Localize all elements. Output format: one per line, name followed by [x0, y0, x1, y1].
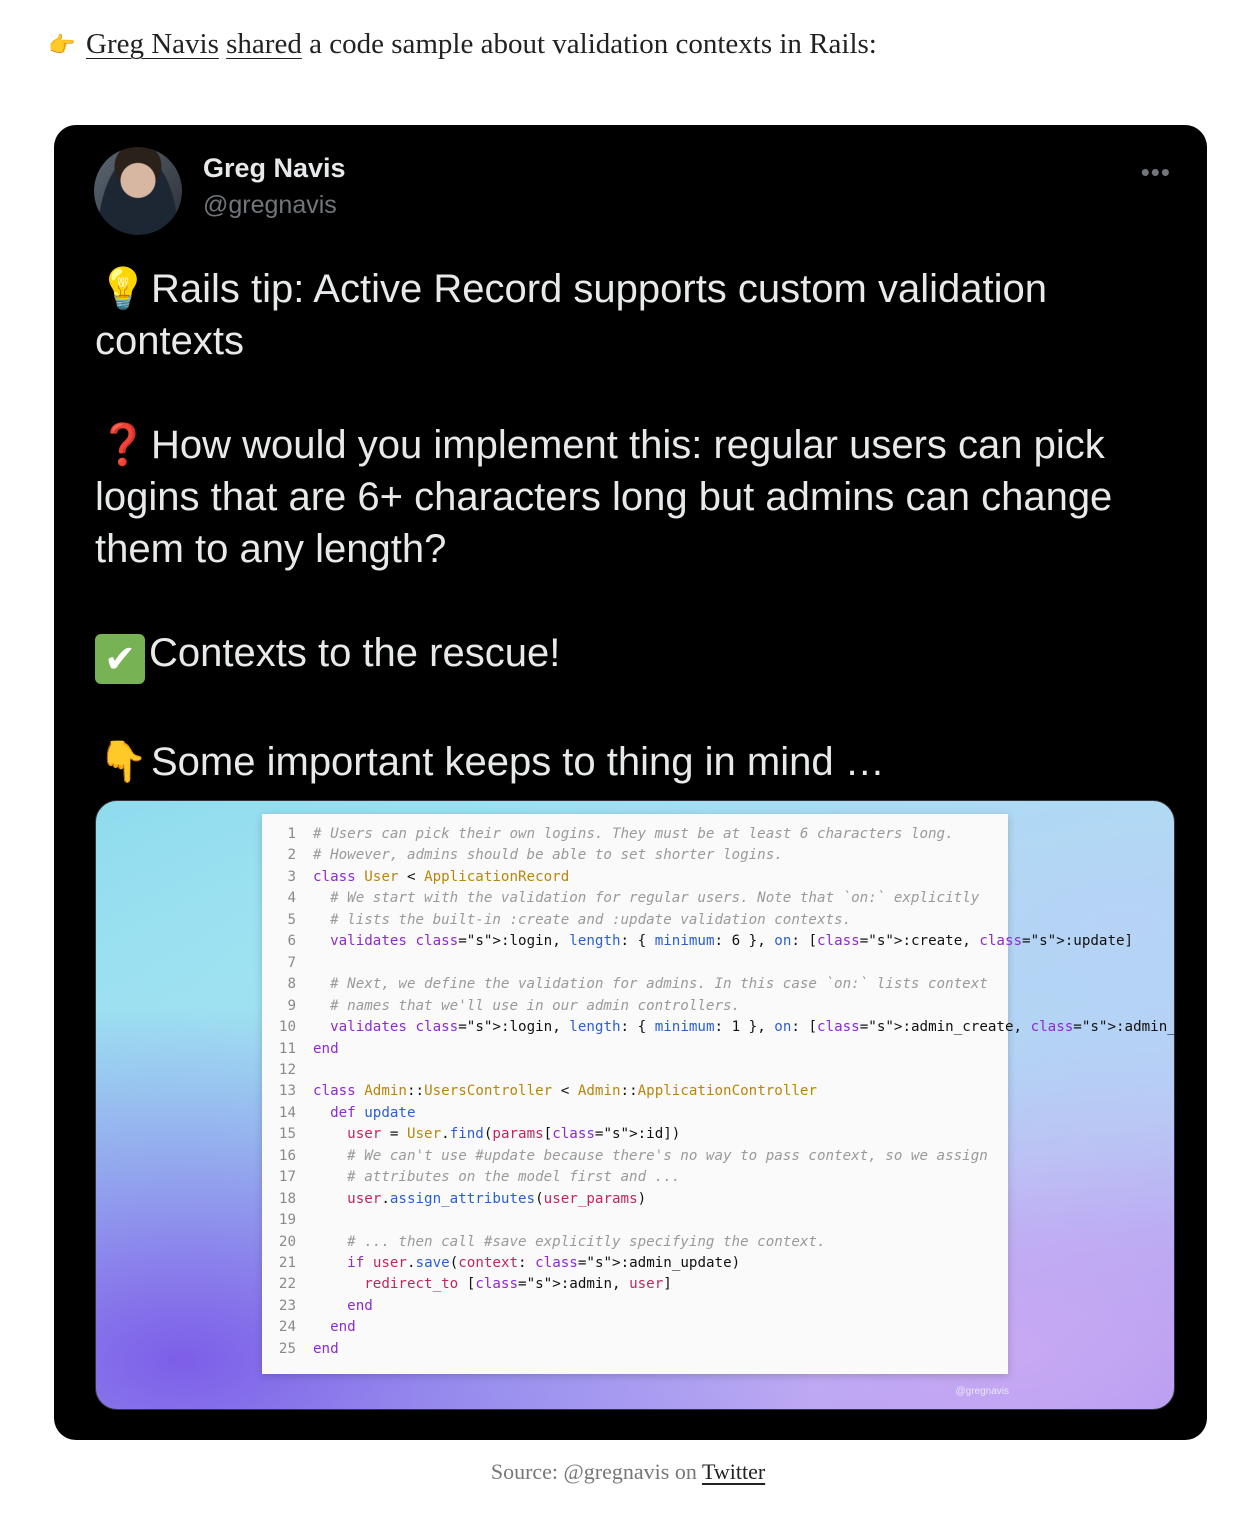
code-line: 18 user.assign_attributes(user_params)	[262, 1189, 646, 1210]
line-number: 1	[287, 826, 296, 842]
code-line: 7	[262, 953, 313, 974]
code-line: 5 # lists the built-in :create and :upda…	[262, 910, 851, 931]
line-number: 16	[278, 1147, 296, 1164]
shared-link[interactable]: shared	[226, 28, 302, 60]
code-line: 9 # names that we'll use in our admin co…	[262, 996, 740, 1017]
line-number: 6	[287, 933, 296, 950]
code-line: 14 def update	[262, 1103, 416, 1124]
code-line: 21 if user.save(context: class="s">:admi…	[262, 1253, 740, 1274]
line-number: 24	[278, 1319, 296, 1336]
code-line: 25 end	[262, 1339, 339, 1360]
code-line: 13 class Admin::UsersController < Admin::…	[262, 1081, 817, 1102]
tweet-line-text: How would you implement this: regular us…	[95, 423, 1113, 571]
code-line: 8 # Next, we define the validation for a…	[262, 974, 987, 995]
line-number: 2	[287, 847, 296, 864]
tweet-line: ✔ Contexts to the rescue!	[95, 627, 1175, 684]
image-watermark: @gregnavis	[955, 1386, 1009, 1397]
line-number: 18	[278, 1190, 296, 1207]
line-number: 19	[278, 1212, 296, 1229]
line-number: 23	[278, 1297, 296, 1314]
line-number: 10	[278, 1019, 296, 1036]
line-number: 9	[287, 997, 296, 1014]
tweet-text: 💡Rails tip: Active Record supports custo…	[95, 263, 1175, 788]
code-line: 10 validates class="s">:login, length: {…	[262, 1017, 1174, 1038]
code-line: 23 end	[262, 1296, 373, 1317]
code-snippet: 1 # Users can pick their own logins. They…	[262, 814, 1174, 1374]
line-number: 25	[278, 1340, 296, 1357]
code-line: 4 # We start with the validation for reg…	[262, 888, 979, 909]
pointing-right-icon: 👉	[48, 33, 76, 59]
code-line: 16 # We can't use #update because there'…	[262, 1146, 988, 1167]
line-number: 4	[287, 890, 296, 907]
code-line: 20 # ... then call #save explicitly spec…	[262, 1232, 826, 1253]
tweet-line-text: Rails tip: Active Record supports custom…	[95, 267, 1047, 363]
tweet-line-text: Some important keeps to thing in mind …	[151, 740, 885, 784]
tweet-line: 💡Rails tip: Active Record supports custo…	[95, 263, 1175, 367]
line-number: 11	[278, 1040, 296, 1057]
tweet-line: ❓How would you implement this: regular u…	[95, 419, 1175, 575]
line-number: 12	[278, 1061, 296, 1078]
code-line: 11 end	[262, 1039, 339, 1060]
line-number: 22	[278, 1276, 296, 1293]
intro-text: a code sample about validation contexts …	[301, 28, 877, 60]
line-number: 14	[278, 1104, 296, 1121]
code-line: 15 user = User.find(params[class="s">:id…	[262, 1124, 680, 1145]
check-mark-icon: ✔	[95, 634, 145, 684]
twitter-link[interactable]: Twitter	[702, 1459, 765, 1484]
image-caption: Source: @gregnavis on Twitter	[0, 1459, 1256, 1485]
line-number: 3	[287, 868, 296, 885]
tweet-embed[interactable]: Greg Navis @gregnavis ••• 💡Rails tip: Ac…	[54, 125, 1207, 1440]
tweet-author-name[interactable]: Greg Navis	[203, 153, 346, 184]
tweet-line: 👇Some important keeps to thing in mind …	[95, 736, 1175, 788]
intro-paragraph: 👉 Greg Navis shared a code sample about v…	[48, 22, 877, 68]
line-number: 17	[278, 1169, 296, 1186]
question-mark-icon: ❓	[98, 422, 148, 468]
lightbulb-icon: 💡	[98, 266, 148, 312]
code-line: 6 validates class="s">:login, length: { …	[262, 931, 1133, 952]
line-number: 13	[278, 1083, 296, 1100]
code-line: 24 end	[262, 1317, 356, 1338]
code-line: 19	[262, 1210, 313, 1231]
code-line: 17 # attributes on the model first and .…	[262, 1167, 680, 1188]
code-line: 1 # Users can pick their own logins. They…	[262, 824, 953, 845]
line-number: 8	[287, 976, 296, 993]
avatar[interactable]	[94, 147, 182, 235]
author-link[interactable]: Greg Navis	[86, 28, 219, 60]
code-line: 22 redirect_to [class="s">:admin, user]	[262, 1274, 672, 1295]
line-number: 21	[278, 1255, 296, 1271]
tweet-author-handle[interactable]: @gregnavis	[203, 191, 337, 220]
code-line: 2 # However, admins should be able to set…	[262, 845, 782, 866]
code-line: 12	[262, 1060, 313, 1081]
line-number: 20	[278, 1233, 296, 1250]
line-number: 15	[278, 1126, 296, 1143]
line-number: 5	[287, 911, 296, 928]
line-number: 7	[287, 954, 296, 971]
tweet-line-text: Contexts to the rescue!	[149, 631, 561, 675]
pointing-down-icon: 👇	[98, 739, 148, 785]
more-options-icon[interactable]: •••	[1141, 157, 1171, 188]
caption-text: Source: @gregnavis on	[490, 1459, 702, 1484]
code-line: 3 class User < ApplicationRecord	[262, 867, 569, 888]
tweet-image[interactable]: 1 # Users can pick their own logins. They…	[95, 800, 1175, 1410]
